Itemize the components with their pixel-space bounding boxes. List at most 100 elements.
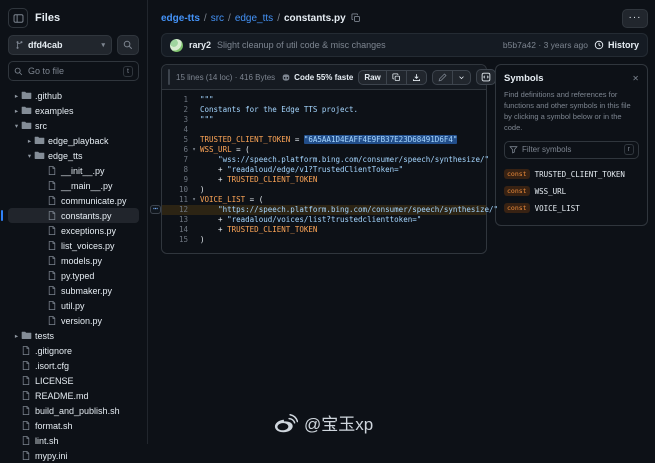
line-number[interactable]: 10 [162,185,188,195]
breadcrumb-link-src[interactable]: src [211,13,224,24]
code-text: + TRUSTED_CLIENT_TOKEN [200,175,317,185]
tree-item-.isort.cfg[interactable]: .isort.cfg [8,358,139,373]
tree-item-__init__.py[interactable]: __init__.py [8,163,139,178]
tree-item-edge_playback[interactable]: ▸ edge_playback [8,133,139,148]
line-number[interactable]: 11 [162,195,188,205]
breadcrumb-separator: / [277,12,280,24]
tree-item-.gitignore[interactable]: .gitignore [8,343,139,358]
chevron-right-icon[interactable]: ▸ [25,137,34,145]
code-token: Constants for the Edge TTS project. [200,105,359,114]
code-token: + [200,225,228,234]
tree-item-LICENSE[interactable]: LICENSE [8,373,139,388]
line-number[interactable]: 1 [162,95,188,105]
collapse-sidebar-button[interactable] [8,8,28,28]
tree-item-py.typed[interactable]: py.typed [8,268,139,283]
tree-item-format.sh[interactable]: format.sh [8,418,139,433]
symbols-panel-toggle-button[interactable] [475,69,496,85]
tree-item-constants.py[interactable]: constants.py [1,208,139,223]
file-icon [48,256,56,265]
line-number[interactable]: 15 [162,235,188,245]
symbol-item-WSS_URL[interactable]: const WSS_URL [504,183,639,200]
commit-message[interactable]: Slight cleanup of util code & misc chang… [217,40,386,50]
fold-chevron-icon[interactable]: ▾ [188,145,200,155]
symbol-kind-badge: const [504,169,530,179]
history-button[interactable]: History [594,40,639,50]
line-number[interactable]: 9 [162,175,188,185]
line-number[interactable]: 12 [162,205,188,215]
file-icon [48,316,56,325]
symbols-description: Find definitions and references for func… [504,90,631,132]
tree-item-list_voices.py[interactable]: list_voices.py [8,238,139,253]
code-token: TRUSTED_CLIENT_TOKEN [200,135,291,144]
tree-item-examples[interactable]: ▸ examples [8,103,139,118]
folder-icon-wrap [34,150,48,161]
tree-item-mypy.ini[interactable]: mypy.ini [8,448,139,463]
tree-item-README.md[interactable]: README.md [8,388,139,403]
tree-item-build_and_publish.sh[interactable]: build_and_publish.sh [8,403,139,418]
edit-dropdown-button[interactable] [453,71,470,84]
file-icon [22,346,30,355]
tree-item-.github[interactable]: ▸ .github [8,88,139,103]
download-raw-button[interactable] [407,71,426,84]
tree-item-exceptions.py[interactable]: exceptions.py [8,223,139,238]
breadcrumb-link-edge_tts[interactable]: edge_tts [235,13,273,24]
tree-item-label: communicate.py [61,195,127,206]
file-options-kebab-button[interactable]: ··· [622,8,648,28]
tree-item-__main__.py[interactable]: __main__.py [8,178,139,193]
branch-selector[interactable]: dfd4cab ▾ [8,35,112,55]
code-token: + [200,215,228,224]
line-number[interactable]: 14 [162,225,188,235]
symbol-item-VOICE_LIST[interactable]: const VOICE_LIST [504,200,639,217]
copy-raw-button[interactable] [387,70,407,84]
line-number[interactable]: 6 [162,145,188,155]
avatar[interactable] [170,38,183,52]
chevron-down-icon[interactable]: ▾ [12,122,21,130]
copy-path-button[interactable] [351,13,361,23]
line-number[interactable]: 4 [162,125,188,135]
line-number[interactable]: 13 [162,215,188,225]
tree-item-lint.sh[interactable]: lint.sh [8,433,139,448]
breadcrumb-link-edge-tts[interactable]: edge-tts [161,13,200,24]
chevron-right-icon[interactable]: ▸ [12,332,21,340]
tree-item-label: __main__.py [61,180,113,191]
file-tree: ▸ .github ▸ examples ▾ src ▸ edge_playback ▾ edge… [1,88,139,463]
copilot-badge[interactable]: Code 55% faste [281,73,353,82]
filter-symbols-input[interactable]: Filter symbols r [504,140,639,159]
search-this-repo-button[interactable] [117,35,139,55]
file-icon-wrap [47,255,61,266]
code-line-8: 8 + "readaloud/edge/v1?TrustedClientToke… [162,165,486,175]
chevron-right-icon[interactable]: ▸ [12,107,21,115]
tree-item-models.py[interactable]: models.py [8,253,139,268]
edit-file-button[interactable] [433,70,453,84]
tree-item-label: edge_tts [48,150,83,161]
line-number[interactable]: 5 [162,135,188,145]
tree-item-tests[interactable]: ▸ tests [8,328,139,343]
close-icon[interactable]: ✕ [632,74,639,83]
chevron-right-icon[interactable]: ▸ [12,92,21,100]
file-icon-wrap [47,165,61,176]
go-to-file-placeholder: Go to file [28,66,65,76]
tree-item-communicate.py[interactable]: communicate.py [8,193,139,208]
fold-chevron-icon[interactable]: ▾ [188,195,200,205]
line-number[interactable]: 7 [162,155,188,165]
line-number[interactable]: 2 [162,105,188,115]
code-token: ) [200,235,205,244]
tree-item-edge_tts[interactable]: ▾ edge_tts [8,148,139,163]
commit-author[interactable]: rary2 [189,40,211,50]
chevron-down-icon[interactable]: ▾ [25,152,34,160]
go-to-file-input[interactable]: Go to file t [8,61,139,81]
commit-sha-time[interactable]: b5b7a42 · 3 years ago [503,40,588,50]
tree-item-submaker.py[interactable]: submaker.py [8,283,139,298]
raw-button[interactable]: Raw [359,70,387,84]
line-number[interactable]: 3 [162,115,188,125]
code-nav-ellipsis-button[interactable]: ⋯ [150,205,161,214]
tree-item-src[interactable]: ▾ src [8,118,139,133]
symbol-item-TRUSTED_CLIENT_TOKEN[interactable]: const TRUSTED_CLIENT_TOKEN [504,166,639,183]
tree-item-version.py[interactable]: version.py [8,313,139,328]
download-icon [412,73,420,81]
file-tree-sidebar: Files dfd4cab ▾ Go to file t ▸ .github ▸ ex… [0,0,148,461]
tab-code[interactable]: Code [169,70,170,84]
code-line-12: ⋯ 12 "https://speech.platform.bing.com/co… [150,205,498,215]
line-number[interactable]: 8 [162,165,188,175]
tree-item-util.py[interactable]: util.py [8,298,139,313]
